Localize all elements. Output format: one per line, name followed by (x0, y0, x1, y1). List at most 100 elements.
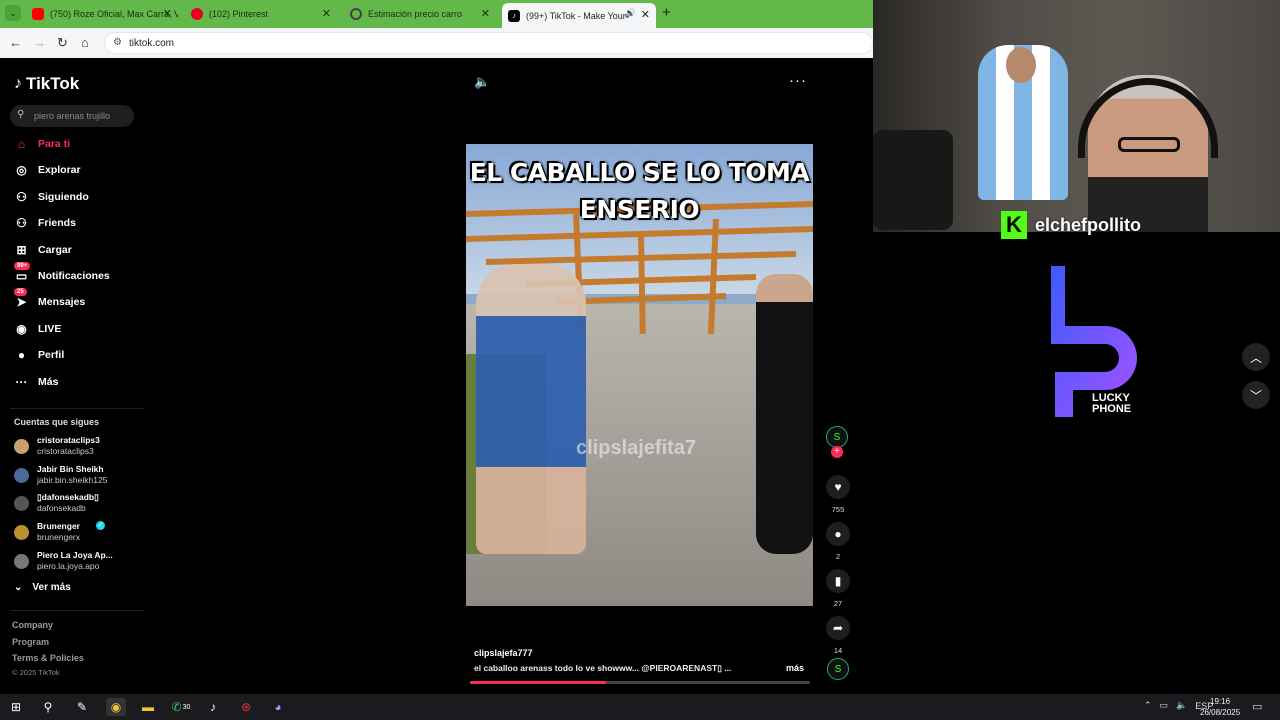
notifications-icon[interactable]: ▭ (1252, 700, 1262, 713)
action-count: 2 (835, 552, 841, 561)
search-icon[interactable]: ⚲ (38, 698, 58, 716)
video-description: el caballoo arenass todo lo ve showww...… (474, 663, 732, 673)
home-icon[interactable]: ⌂ (81, 35, 89, 50)
video-progress-bar[interactable] (470, 681, 810, 684)
action-count: 27 (833, 599, 843, 608)
share-action[interactable]: ➦ 14 (824, 616, 852, 655)
chevron-down-icon: ⌄ (14, 582, 23, 593)
following-account[interactable]: cristorataclips3 cristorataclips3 (14, 435, 144, 461)
forward-icon[interactable]: → (33, 35, 46, 50)
windows-start-icon[interactable]: ⊞ (6, 698, 26, 716)
share-icon[interactable]: ➦ (826, 616, 850, 640)
sidebar-item-label: Perfil (38, 349, 65, 361)
caption-line: ENSERIO (579, 195, 700, 224)
browser-tab-youtube[interactable]: (750) Roze Oficial, Max Carra, V ✕ (26, 4, 178, 24)
heart-action[interactable]: ♥ 755 (824, 475, 852, 514)
sidebar-item-notificaciones[interactable]: ▭ 99+ Notificaciones (14, 262, 110, 286)
more-description-button[interactable]: más (786, 663, 804, 673)
search-input[interactable]: ⚲ piero arenas trujillo (10, 105, 134, 127)
following-heading: Cuentas que sigues (14, 417, 100, 427)
chevron-up-icon: ︿ (1249, 350, 1262, 365)
footer-link-company[interactable]: Company (12, 620, 53, 630)
sidebar-item-m-s[interactable]: ··· Más (14, 372, 59, 392)
close-icon[interactable]: ✕ (322, 7, 331, 20)
following-account[interactable]: Jabir Bin Sheikh jabir.bin.sheikh125 (14, 464, 144, 490)
browser-tab-tiktok[interactable]: ♪ (99+) TikTok - Make Your Da 🔊 ✕ (502, 3, 656, 28)
sidebar-item-cargar[interactable]: ⊞ Cargar (14, 240, 71, 260)
follow-plus-icon[interactable]: + (831, 446, 843, 458)
streamer-name: elchefpollito (1035, 214, 1142, 235)
audio-playing-icon[interactable]: 🔊 (625, 8, 636, 19)
comment-icon[interactable]: ● (826, 522, 850, 546)
video-player[interactable]: EL CABALLO SE LO TOMA ENSERIO clipslajef… (466, 144, 813, 606)
reload-icon[interactable]: ↻ (57, 35, 68, 51)
chrome-icon[interactable]: ◉ (106, 698, 126, 716)
app-icon[interactable]: ⊛ (236, 698, 256, 716)
screen: ⌄ (750) Roze Oficial, Max Carra, V ✕ (10… (0, 0, 1280, 720)
following-account[interactable]: Brunenger brunengerx ✓ (14, 521, 144, 547)
back-icon[interactable]: ← (9, 35, 22, 50)
sponsor-text: LUCKY PHONE (1092, 393, 1131, 415)
inbox-icon: ▭ 99+ (14, 262, 31, 283)
sidebar-item-explorar[interactable]: ◎ Explorar (14, 160, 81, 180)
sidebar-item-live[interactable]: ◉ LIVE (14, 319, 61, 339)
sidebar-item-perfil[interactable]: ● Perfil (14, 345, 64, 365)
following-account[interactable]: ▯dafonsekadb▯ dafonsekadb (14, 492, 144, 518)
progress-fill (470, 681, 606, 684)
sidebar-item-para-ti[interactable]: ⌂ Para ti (14, 134, 70, 154)
sidebar-item-siguiendo[interactable]: ⚇ Siguiendo (14, 187, 89, 207)
avatar (14, 525, 29, 540)
tiktok-logo[interactable]: ♪ TikTok (14, 74, 79, 94)
action-count: 755 (831, 505, 845, 514)
network-icon[interactable]: ▭ (1160, 700, 1169, 711)
volume-icon[interactable]: 🔈 (474, 74, 490, 90)
creator-avatar[interactable]: S (826, 426, 848, 448)
footer-link-terms[interactable]: Terms & Policies (12, 653, 84, 663)
bookmark-icon[interactable]: ▮ (826, 569, 850, 593)
account-name: Jabir Bin Sheikh (37, 464, 104, 474)
next-video-button[interactable]: ﹀ (1242, 381, 1270, 409)
sidebar-item-label: Friends (38, 217, 76, 229)
sidebar-item-label: Explorar (38, 164, 81, 176)
music-disc-icon[interactable]: S (827, 658, 849, 680)
browser-tab-pinterest[interactable]: (102) Pinterest ✕ (185, 4, 337, 24)
sidebar-item-mensajes[interactable]: ➤ 25 Mensajes (14, 288, 85, 312)
browser-tab-estimacion[interactable]: Estimación precio carro ✕ (344, 4, 496, 24)
kick-logo-icon: K (1001, 211, 1027, 239)
tiktok-app-icon[interactable]: ♪ (203, 698, 223, 716)
tiktok-page: ♪ TikTok ⚲ piero arenas trujillo ⌂ Para t… (0, 58, 873, 694)
more-options-icon[interactable]: ··· (789, 72, 807, 89)
video-author[interactable]: clipslajefa777 (474, 648, 533, 658)
site-info-icon[interactable]: ⚙ (113, 37, 122, 48)
sidebar-item-label: Siguiendo (38, 191, 89, 203)
following-account[interactable]: Piero La Joya Ap... piero.la.joya.apo (14, 550, 144, 576)
tab-title: (102) Pinterest (209, 9, 269, 19)
close-icon[interactable]: ✕ (641, 8, 650, 21)
clock[interactable]: 19:16 26/08/2025 (1200, 696, 1240, 718)
tiktok-logo-icon: ♪ (14, 75, 22, 92)
video-person (476, 264, 586, 554)
heart-icon[interactable]: ♥ (826, 475, 850, 499)
url-text: tiktok.com (129, 38, 175, 49)
tab-list-button[interactable]: ⌄ (5, 5, 21, 21)
cutout-head (1006, 47, 1036, 83)
previous-video-button[interactable]: ︿ (1242, 343, 1270, 371)
sidebar-item-friends[interactable]: ⚇ Friends (14, 213, 76, 233)
file-explorer-icon[interactable]: ▬ (138, 698, 158, 716)
bookmark-action[interactable]: ▮ 27 (824, 569, 852, 608)
volume-icon[interactable]: 🔈 (1176, 700, 1187, 711)
tab-title: (750) Roze Oficial, Max Carra, V (50, 9, 178, 19)
footer-link-program[interactable]: Program (12, 637, 49, 647)
account-name: Brunenger (37, 521, 80, 531)
new-tab-button[interactable]: + (662, 4, 671, 21)
whatsapp-icon[interactable]: ✆ 30 (171, 698, 191, 716)
see-more-button[interactable]: ⌄ Ver más (14, 582, 71, 593)
app-icon[interactable]: ✎ (72, 698, 92, 716)
close-icon[interactable]: ✕ (163, 7, 172, 20)
close-icon[interactable]: ✕ (481, 7, 490, 20)
profile-icon: ● (17, 348, 26, 362)
discord-icon[interactable]: ◕ (268, 698, 288, 716)
chevron-up-icon[interactable]: ⌃ (1144, 700, 1152, 711)
url-input[interactable]: ⚙ tiktok.com (104, 32, 873, 54)
comment-action[interactable]: ● 2 (824, 522, 852, 561)
